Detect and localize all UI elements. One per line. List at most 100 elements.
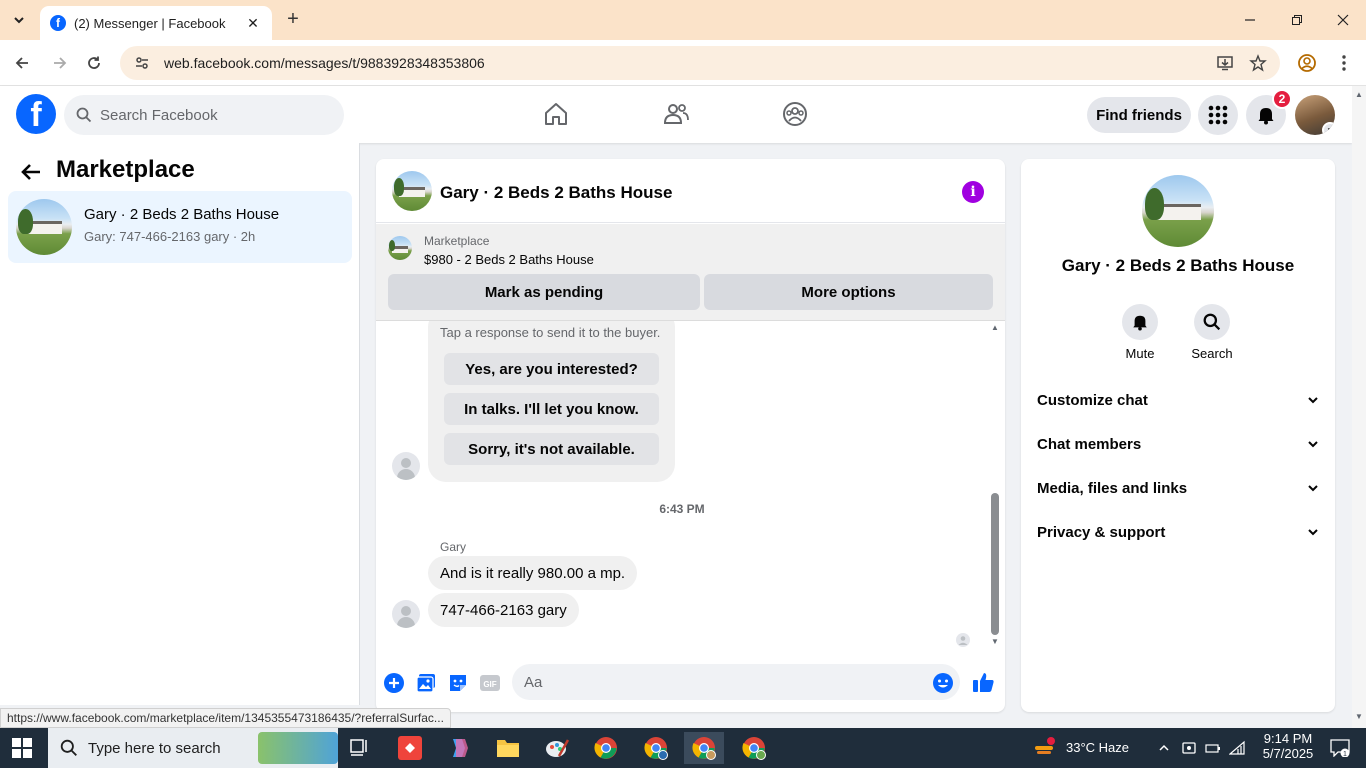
like-thumb-icon[interactable] [972, 670, 994, 692]
close-window-button[interactable] [1331, 8, 1355, 32]
chevron-down-icon [1308, 485, 1318, 492]
tab-close-icon[interactable]: ✕ [244, 15, 262, 32]
windows-start-icon[interactable] [12, 738, 32, 758]
gif-icon[interactable]: GIF [479, 672, 501, 694]
chevron-down-icon [1308, 441, 1318, 448]
back-arrow-icon[interactable] [20, 161, 44, 185]
browser-tab-messenger[interactable]: f (2) Messenger | Facebook ✕ [40, 6, 272, 40]
message-composer: GIF [376, 662, 1005, 706]
page-scrollbar[interactable]: ▲ ▼ [1352, 86, 1366, 728]
section-privacy-support[interactable]: Privacy & support [1029, 510, 1327, 554]
scroll-down-icon[interactable]: ▼ [1354, 712, 1364, 721]
plus-circle-icon[interactable] [383, 672, 405, 694]
marketplace-listing-bar: Marketplace $980 - 2 Beds 2 Baths House … [376, 224, 1005, 321]
menu-grid-button[interactable] [1198, 95, 1238, 135]
weather-icon[interactable] [1026, 732, 1062, 764]
profile-icon[interactable] [1296, 52, 1318, 74]
facebook-search[interactable] [64, 95, 344, 135]
anydesk-app-icon[interactable] [390, 732, 430, 764]
chrome-app-icon[interactable] [586, 732, 626, 764]
meet-now-icon[interactable] [1178, 732, 1200, 764]
message-input[interactable] [524, 673, 904, 691]
restore-button[interactable] [1285, 8, 1309, 32]
clock[interactable]: 9:14 PM 5/7/2025 [1258, 731, 1318, 761]
bookmark-star-icon[interactable] [1247, 52, 1269, 74]
emoji-icon[interactable] [932, 672, 954, 694]
mute-button[interactable]: Mute [1110, 304, 1170, 361]
forward-button[interactable] [48, 51, 72, 75]
mark-as-pending-button[interactable]: Mark as pending [388, 274, 700, 310]
weather-text[interactable]: 33°C Haze [1066, 740, 1129, 755]
account-avatar[interactable]: ▾ [1295, 95, 1335, 135]
clock-time: 9:14 PM [1263, 731, 1313, 746]
file-explorer-icon[interactable] [488, 732, 528, 764]
scrollbar-thumb[interactable] [991, 493, 999, 635]
install-app-icon[interactable] [1214, 52, 1236, 74]
tab-search-dropdown[interactable] [6, 7, 32, 33]
minimize-icon [1245, 19, 1255, 21]
message-scrollbar[interactable]: ▲ ▼ [989, 321, 1001, 651]
quick-reply-button[interactable]: In talks. I'll let you know. [444, 393, 659, 425]
section-label: Privacy & support [1037, 523, 1166, 541]
message-bubble[interactable]: 747-466-2163 gary [428, 593, 579, 627]
back-button[interactable] [10, 51, 34, 75]
scroll-up-icon[interactable]: ▲ [1354, 90, 1364, 99]
chrome-active-app-icon[interactable] [684, 732, 724, 764]
groups-icon[interactable] [781, 100, 809, 128]
find-friends-button[interactable]: Find friends [1087, 97, 1191, 133]
section-media-files-links[interactable]: Media, files and links [1029, 466, 1327, 510]
copilot-app-icon[interactable] [439, 732, 479, 764]
quick-reply-button[interactable]: Yes, are you interested? [444, 353, 659, 385]
chrome-profile-app-icon[interactable] [636, 732, 676, 764]
paint-app-icon[interactable] [537, 732, 577, 764]
chats-sidebar: Marketplace Gary · 2 Beds 2 Baths House … [0, 143, 360, 705]
grid-icon [1208, 105, 1228, 125]
browser-tab-bar: f (2) Messenger | Facebook ✕ + [0, 0, 1366, 40]
sticker-icon[interactable] [447, 672, 469, 694]
chat-avatar[interactable] [392, 171, 432, 211]
browser-address-bar: web.facebook.com/messages/t/988392834835… [0, 40, 1366, 86]
section-label: Customize chat [1037, 391, 1148, 409]
conversation-item[interactable]: Gary · 2 Beds 2 Baths House Gary: 747-46… [8, 191, 352, 263]
home-icon[interactable] [542, 100, 570, 128]
wifi-icon[interactable] [1226, 732, 1248, 764]
more-options-button[interactable]: More options [704, 274, 993, 310]
message-timestamp: 6:43 PM [659, 502, 705, 516]
friends-icon[interactable] [662, 100, 690, 128]
reload-button[interactable] [82, 51, 106, 75]
info-icon[interactable]: i [962, 181, 984, 203]
listing-title[interactable]: $980 - 2 Beds 2 Baths House [424, 252, 594, 267]
close-icon [1337, 14, 1349, 26]
photo-icon[interactable] [415, 672, 437, 694]
message-bubble[interactable]: And is it really 980.00 a mp. [428, 556, 638, 590]
chat-profile-photo[interactable] [1142, 175, 1214, 247]
notification-badge: 2 [1272, 89, 1292, 109]
task-view-icon[interactable] [340, 732, 380, 764]
notification-center-icon[interactable]: 1 [1320, 732, 1360, 764]
svg-text:GIF: GIF [483, 680, 496, 689]
quick-reply-button[interactable]: Sorry, it's not available. [444, 433, 659, 465]
tray-overflow-chevron-icon[interactable] [1152, 732, 1176, 764]
search-icon [60, 739, 77, 756]
site-settings-icon[interactable] [134, 55, 150, 71]
chrome-profile2-app-icon[interactable] [734, 732, 774, 764]
minimize-button[interactable] [1238, 8, 1262, 32]
chevron-down-icon [1308, 397, 1318, 404]
taskbar-search[interactable]: Type here to search [48, 728, 338, 768]
new-tab-button[interactable]: + [282, 9, 304, 31]
facebook-header: f Find friends 2 ▾ [0, 86, 1352, 143]
scroll-down-icon[interactable]: ▼ [990, 637, 1000, 647]
message-input-wrapper[interactable] [512, 664, 960, 700]
chat-title[interactable]: Gary · 2 Beds 2 Baths House [440, 183, 672, 203]
chat-header: Gary · 2 Beds 2 Baths House i [376, 159, 1005, 223]
facebook-search-input[interactable] [100, 106, 320, 124]
section-customize-chat[interactable]: Customize chat [1029, 378, 1327, 422]
omnibox[interactable]: web.facebook.com/messages/t/988392834835… [120, 46, 1280, 80]
section-chat-members[interactable]: Chat members [1029, 422, 1327, 466]
url-text: web.facebook.com/messages/t/988392834835… [164, 55, 485, 71]
search-conversation-button[interactable]: Search [1182, 304, 1242, 361]
browser-menu-icon[interactable] [1333, 52, 1355, 74]
facebook-logo-icon[interactable]: f [16, 94, 56, 134]
battery-icon[interactable] [1202, 732, 1224, 764]
scroll-up-icon[interactable]: ▲ [990, 323, 1000, 333]
